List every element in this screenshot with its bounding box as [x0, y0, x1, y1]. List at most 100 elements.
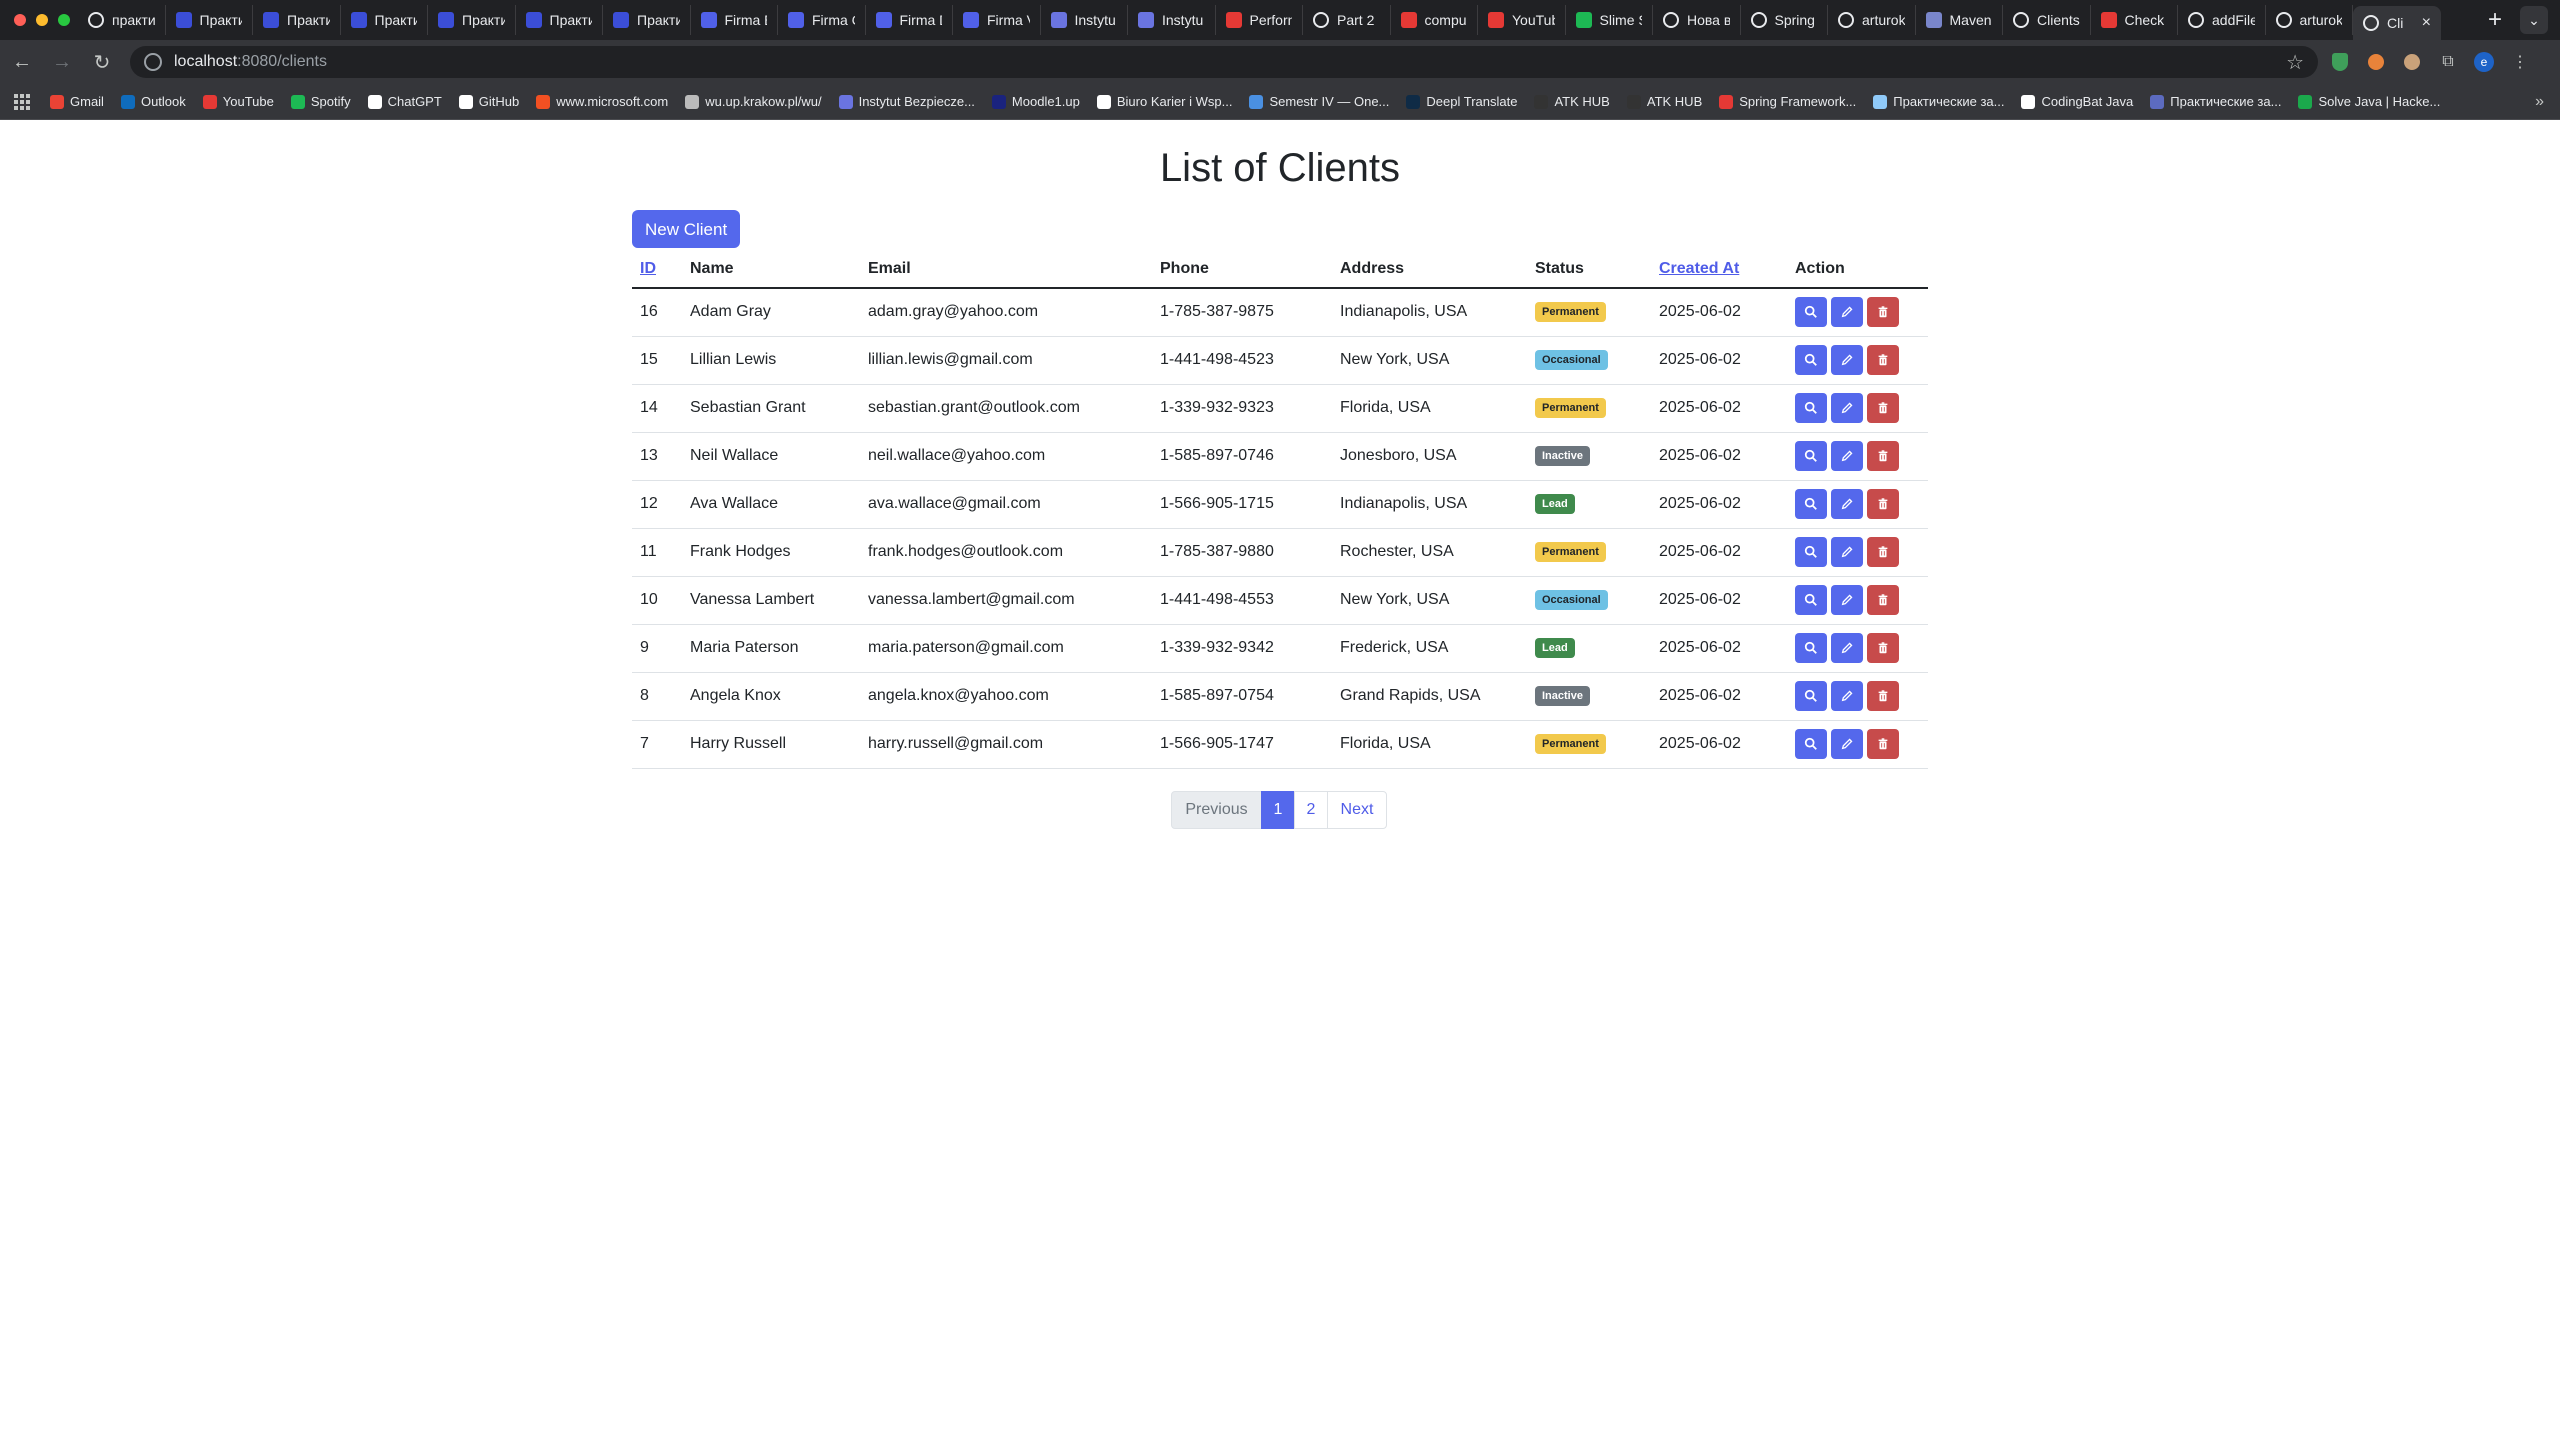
browser-tab[interactable]: практи — [78, 5, 166, 35]
browser-tab[interactable]: Instytu — [1041, 5, 1128, 35]
view-client-button[interactable] — [1795, 297, 1827, 328]
bookmark-item[interactable]: CodingBat Java — [2021, 94, 2133, 109]
browser-tab[interactable]: Firma V — [953, 5, 1041, 35]
browser-tab[interactable]: Нова в — [1653, 5, 1741, 35]
bookmark-item[interactable]: Deepl Translate — [1406, 94, 1517, 109]
browser-tab[interactable]: Практи — [341, 5, 428, 35]
more-bookmarks-icon[interactable]: » — [2535, 93, 2544, 111]
bookmark-item[interactable]: Gmail — [50, 94, 104, 109]
edit-client-button[interactable] — [1831, 633, 1863, 663]
bookmark-item[interactable]: YouTube — [202, 94, 274, 109]
page-2-button[interactable]: 2 — [1294, 791, 1328, 829]
browser-tab[interactable]: YouTub — [1478, 5, 1566, 35]
edit-client-button[interactable] — [1831, 393, 1863, 423]
delete-client-button[interactable] — [1867, 537, 1899, 567]
apps-grid-icon[interactable] — [14, 93, 30, 110]
header-created-at[interactable]: Created At — [1651, 250, 1787, 289]
edit-client-button[interactable] — [1831, 681, 1863, 711]
view-client-button[interactable] — [1795, 681, 1827, 711]
browser-tab[interactable]: arturok — [1828, 5, 1916, 35]
monkey-extension-icon[interactable] — [2398, 48, 2426, 76]
view-client-button[interactable] — [1795, 489, 1827, 519]
browser-tab[interactable]: Check — [2091, 5, 2178, 35]
browser-tab[interactable]: Slime S — [1566, 5, 1653, 35]
tab-active[interactable]: Cli × — [2353, 6, 2441, 40]
browser-tab[interactable]: Clients — [2003, 5, 2091, 35]
edit-client-button[interactable] — [1831, 489, 1863, 519]
fox-extension-icon[interactable] — [2362, 48, 2390, 76]
edit-client-button[interactable] — [1831, 345, 1863, 375]
edit-client-button[interactable] — [1831, 729, 1863, 759]
edit-client-button[interactable] — [1831, 441, 1863, 471]
delete-client-button[interactable] — [1867, 633, 1899, 663]
bookmark-item[interactable]: GitHub — [458, 94, 519, 109]
address-bar[interactable]: localhost:8080/clients ☆ — [130, 46, 2318, 78]
browser-tab[interactable]: Instytu — [1128, 5, 1216, 35]
delete-client-button[interactable] — [1867, 585, 1899, 615]
view-client-button[interactable] — [1795, 633, 1827, 663]
delete-client-button[interactable] — [1867, 729, 1899, 759]
delete-client-button[interactable] — [1867, 681, 1899, 711]
forward-button[interactable]: → — [44, 44, 80, 80]
bookmark-item[interactable]: Semestr IV — One... — [1249, 94, 1389, 109]
bookmark-item[interactable]: www.microsoft.com — [536, 94, 668, 109]
view-client-button[interactable] — [1795, 393, 1827, 423]
bookmark-item[interactable]: Outlook — [120, 94, 186, 109]
view-client-button[interactable] — [1795, 345, 1827, 375]
bookmark-item[interactable]: ATK HUB — [1534, 94, 1610, 109]
browser-tab[interactable]: Maven — [1916, 5, 2003, 35]
browser-tab[interactable]: addFile — [2178, 5, 2266, 35]
bookmark-item[interactable]: Solve Java | Hacke... — [2298, 94, 2440, 109]
browser-tab[interactable]: Firma D — [866, 5, 953, 35]
bookmark-item[interactable]: Moodle1.up — [991, 94, 1080, 109]
new-tab-button[interactable]: + — [2470, 6, 2520, 34]
browser-tab[interactable]: Firma E — [691, 5, 778, 35]
browser-tab[interactable]: Firma C — [778, 5, 866, 35]
reload-button[interactable]: ↻ — [84, 44, 120, 80]
browser-tab[interactable]: Spring — [1741, 5, 1828, 35]
bookmark-item[interactable]: Biuro Karier i Wsp... — [1096, 94, 1232, 109]
previous-page-button[interactable]: Previous — [1171, 791, 1262, 829]
delete-client-button[interactable] — [1867, 489, 1899, 519]
bookmark-item[interactable]: ChatGPT — [367, 94, 442, 109]
tab-search-button[interactable]: ⌄ — [2520, 6, 2548, 34]
bookmark-item[interactable]: Практические за... — [2150, 94, 2281, 109]
page-1-button[interactable]: 1 — [1261, 791, 1295, 829]
view-client-button[interactable] — [1795, 729, 1827, 759]
back-button[interactable]: ← — [4, 44, 40, 80]
bookmark-item[interactable]: Spring Framework... — [1719, 94, 1856, 109]
shield-extension-icon[interactable] — [2326, 48, 2354, 76]
browser-tab[interactable]: arturok — [2266, 5, 2353, 35]
view-client-button[interactable] — [1795, 441, 1827, 471]
browser-tab[interactable]: compu — [1391, 5, 1478, 35]
browser-tab[interactable]: Практи — [166, 5, 253, 35]
delete-client-button[interactable] — [1867, 297, 1899, 328]
browser-tab[interactable]: Part 2 — [1303, 5, 1391, 35]
bookmark-item[interactable]: wu.up.krakow.pl/wu/ — [685, 94, 822, 109]
bookmark-item[interactable]: Практические за... — [1873, 94, 2004, 109]
close-tab-icon[interactable]: × — [2422, 14, 2431, 32]
edit-client-button[interactable] — [1831, 585, 1863, 615]
edit-client-button[interactable] — [1831, 297, 1863, 328]
extensions-puzzle-icon[interactable]: ⧉ — [2434, 48, 2462, 76]
profile-icon[interactable]: e — [2470, 48, 2498, 76]
browser-tab[interactable]: Практи — [253, 5, 341, 35]
browser-tab[interactable]: Практи — [603, 5, 691, 35]
site-info-icon[interactable] — [144, 53, 162, 71]
maximize-window-button[interactable] — [58, 14, 70, 26]
delete-client-button[interactable] — [1867, 345, 1899, 375]
view-client-button[interactable] — [1795, 585, 1827, 615]
sort-by-id-link[interactable]: ID — [640, 260, 656, 277]
bookmark-item[interactable]: Instytut Bezpiecze... — [838, 94, 975, 109]
browser-tab[interactable]: Практи — [428, 5, 516, 35]
header-id[interactable]: ID — [632, 250, 682, 289]
browser-tab[interactable]: Практи — [516, 5, 603, 35]
bookmark-item[interactable]: ATK HUB — [1626, 94, 1702, 109]
browser-menu-icon[interactable]: ⋮ — [2506, 48, 2534, 76]
delete-client-button[interactable] — [1867, 441, 1899, 471]
bookmark-item[interactable]: Spotify — [290, 94, 351, 109]
browser-tab[interactable]: Perforn — [1216, 5, 1303, 35]
new-client-button[interactable]: New Client — [632, 210, 741, 248]
sort-by-created-at-link[interactable]: Created At — [1659, 260, 1739, 277]
bookmark-star-icon[interactable]: ☆ — [2286, 50, 2304, 75]
